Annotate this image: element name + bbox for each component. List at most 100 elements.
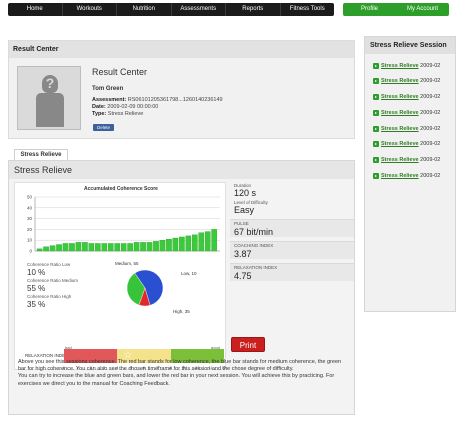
y-tick-label: 40 xyxy=(27,205,33,210)
date-label: Date: xyxy=(92,104,106,110)
coherence-bar xyxy=(146,242,153,252)
coherence-bar xyxy=(159,240,166,252)
sidebar-session-item[interactable]: ▸ Stress Relieve 2009-02 xyxy=(373,93,440,101)
delete-button[interactable]: Delete xyxy=(93,124,115,131)
coherence-bar xyxy=(88,243,95,252)
nav-reports[interactable]: Reports xyxy=(226,3,281,16)
session-date: 2009-02 xyxy=(420,78,441,84)
nav-profile[interactable]: Profile xyxy=(343,3,396,16)
cr-high-value: 35 % xyxy=(27,300,46,309)
question-mark-icon: ? xyxy=(45,75,55,91)
arrow-icon: ▸ xyxy=(373,172,379,179)
result-center-panel: Result Center ? Result Center Tom Green … xyxy=(8,40,355,139)
pie-label-medium: Medium, 55 xyxy=(115,261,139,266)
session-link[interactable]: Stress Relieve xyxy=(381,141,419,147)
nav-workouts[interactable]: Workouts xyxy=(63,3,117,16)
type-label: Type: xyxy=(92,111,107,117)
coherence-bar xyxy=(43,246,49,252)
user-name: Tom Green xyxy=(92,86,124,92)
duration-value: 120 s xyxy=(234,188,257,198)
session-link[interactable]: Stress Relieve xyxy=(381,94,419,100)
pie-chart xyxy=(126,269,164,307)
session-link[interactable]: Stress Relieve xyxy=(381,157,419,163)
pulse-label: PULSE xyxy=(234,221,249,226)
assessment-value: RS06101205361798...1260140236149 xyxy=(127,97,223,103)
session-date: 2009-02 xyxy=(420,141,441,147)
session-link[interactable]: Stress Relieve xyxy=(381,173,419,179)
coherence-bar xyxy=(75,242,82,252)
description-paragraph-1: Above you see this sessions coherence. T… xyxy=(18,359,342,373)
session-link[interactable]: Stress Relieve xyxy=(381,126,419,132)
coherence-bar xyxy=(191,234,198,252)
session-date: 2009-02 xyxy=(420,126,441,132)
cr-high-label: Coherence Ratio High xyxy=(27,294,72,299)
y-tick-label: 0 xyxy=(29,249,32,254)
pie-label-low: Low, 10 xyxy=(181,271,197,276)
tab-stress-relieve[interactable]: Stress Relieve xyxy=(14,149,68,160)
coherence-bar xyxy=(56,244,62,252)
type-line: Type: Stress Relieve xyxy=(92,111,143,117)
coaching-label: COACHING INDEX xyxy=(234,243,274,248)
nav-fitness-tools[interactable]: Fitness Tools xyxy=(281,3,335,16)
cr-medium-value: 55 % xyxy=(27,284,46,293)
sidebar-session-item[interactable]: ▸ Stress Relieve 2009-02 xyxy=(373,125,440,133)
coherence-bar xyxy=(140,242,146,252)
sidebar-session-item[interactable]: ▸ Stress Relieve 2009-02 xyxy=(373,62,440,70)
arrow-icon: ▸ xyxy=(373,77,379,84)
cr-low-label: Coherence Ratio Low xyxy=(27,262,71,267)
relaxation-index-label: RELAXATION INDEX xyxy=(25,353,69,358)
nav-my-account[interactable]: My Account xyxy=(396,3,449,16)
coherence-bar xyxy=(204,231,211,252)
coherence-bar xyxy=(198,232,205,252)
session-link[interactable]: Stress Relieve xyxy=(381,110,419,116)
date-value: 2009-02-09 00:00:00 xyxy=(107,104,159,110)
avatar-body-icon xyxy=(36,93,64,127)
arrow-icon: ▸ xyxy=(373,93,379,100)
sidebar-session-item[interactable]: ▸ Stress Relieve 2009-02 xyxy=(373,172,440,180)
y-tick-label: 10 xyxy=(27,238,33,243)
avatar: ? xyxy=(17,66,81,130)
arrow-icon: ▸ xyxy=(373,140,379,147)
sidebar-session-item[interactable]: ▸ Stress Relieve 2009-02 xyxy=(373,156,440,164)
coherence-bar xyxy=(166,238,172,252)
coherence-bar xyxy=(62,243,69,252)
main-nav: Home Workouts Nutrition Assessments Repo… xyxy=(8,3,334,16)
coherence-bar xyxy=(153,241,159,252)
date-line: Date: 2009-02-09 00:00:00 xyxy=(92,104,158,110)
sidebar-session-item[interactable]: ▸ Stress Relieve 2009-02 xyxy=(373,77,440,85)
coherence-bar xyxy=(114,243,121,252)
y-tick-label: 20 xyxy=(27,227,33,232)
coherence-bar xyxy=(101,243,108,252)
session-link[interactable]: Stress Relieve xyxy=(381,63,419,69)
result-center-header: Result Center xyxy=(9,41,354,58)
coherence-bar xyxy=(69,243,75,252)
difficulty-value: Easy xyxy=(234,205,255,215)
account-nav: Profile My Account xyxy=(343,3,449,16)
arrow-icon: ▸ xyxy=(373,109,379,116)
assessment-label: Assessment: xyxy=(92,97,127,103)
sidebar-session-item[interactable]: ▸ Stress Relieve 2009-02 xyxy=(373,109,440,117)
pie-label-high: High, 35 xyxy=(173,309,190,314)
session-panel: Stress Relieve Accumulated Coherence Sco… xyxy=(8,160,355,415)
coherence-bar xyxy=(82,242,88,252)
coherence-bar xyxy=(185,235,192,252)
session-description: Above you see this sessions coherence. T… xyxy=(18,359,350,388)
description-paragraph-2: You can try to increase the blue and gre… xyxy=(18,373,335,387)
cr-medium-label: Coherence Ratio Medium xyxy=(27,278,79,283)
session-date: 2009-02 xyxy=(420,110,441,116)
session-header: Stress Relieve xyxy=(9,161,354,179)
nav-assessments[interactable]: Assessments xyxy=(172,3,226,16)
print-button[interactable]: Print xyxy=(231,337,265,352)
nav-home[interactable]: Home xyxy=(8,3,63,16)
y-tick-label: 50 xyxy=(27,195,33,200)
coherence-bar xyxy=(133,242,140,252)
session-link[interactable]: Stress Relieve xyxy=(381,78,419,84)
coherence-bar xyxy=(211,229,217,252)
nav-nutrition[interactable]: Nutrition xyxy=(117,3,172,16)
coherence-bar xyxy=(179,236,185,252)
session-date: 2009-02 xyxy=(420,63,441,69)
sidebar-session-item[interactable]: ▸ Stress Relieve 2009-02 xyxy=(373,140,440,148)
session-sidebar: Stress Relieve Session ▸ Stress Relieve 2… xyxy=(364,36,456,312)
arrow-icon: ▸ xyxy=(373,156,379,163)
y-tick-label: 30 xyxy=(27,216,33,221)
